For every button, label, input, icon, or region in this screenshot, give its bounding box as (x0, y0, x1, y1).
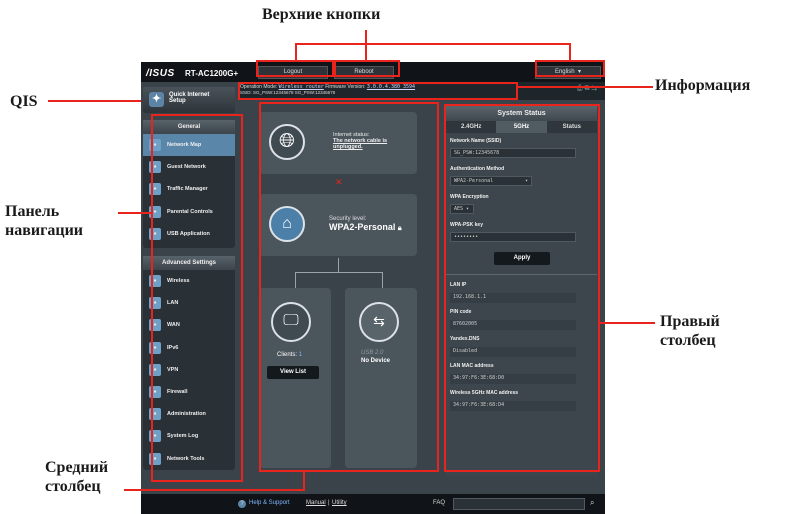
frame-nav (151, 114, 243, 482)
faq-search-input[interactable] (453, 498, 585, 510)
leader-top-r (569, 43, 571, 60)
frame-logout (256, 60, 334, 77)
callout-nav-panel-2: навигации (5, 222, 83, 239)
faq-label: FAQ (433, 500, 446, 506)
leader-qis (48, 100, 141, 102)
frame-mid (259, 102, 439, 472)
callout-top-buttons: Верхние кнопки (262, 6, 381, 23)
footer: ? Help & Support Manual | Utility FAQ ⌕ (141, 494, 605, 514)
callout-info: Информация (655, 77, 751, 94)
help-icon: ? (238, 500, 246, 508)
leader-info (518, 86, 653, 88)
callout-nav-panel-1: Панель (5, 203, 60, 220)
leader-top-h (295, 43, 571, 45)
callout-right-col-2: столбец (660, 332, 716, 349)
model-name: RT-AC1200G+ (185, 69, 239, 78)
callout-qis: QIS (10, 93, 38, 110)
leader-top-m (365, 43, 367, 60)
magic-wand-icon: ✦ (149, 92, 164, 107)
utility-link[interactable]: Utility (332, 500, 347, 506)
leader-nav (118, 212, 152, 214)
frame-reboot (334, 60, 400, 77)
quick-internet-setup-button[interactable]: ✦ Quick Internet Setup (143, 87, 235, 113)
leader-right (600, 322, 655, 324)
frame-right (444, 104, 600, 472)
frame-language (535, 60, 605, 77)
leader-top-l (295, 43, 297, 60)
callout-right-col-1: Правый (660, 313, 720, 330)
footer-separator: | (328, 500, 330, 506)
frame-info (238, 82, 518, 100)
manual-link[interactable]: Manual (306, 500, 326, 506)
asus-logo: /ISUS (146, 68, 175, 79)
callout-mid-col-1: Средний (45, 459, 109, 476)
callout-mid-col-2: столбец (45, 478, 101, 495)
leader-mid-h (124, 489, 305, 491)
help-support-link[interactable]: Help & Support (249, 500, 290, 506)
search-icon[interactable]: ⌕ (590, 498, 594, 508)
leader-top-center (365, 30, 367, 43)
qis-label-2: Setup (169, 98, 186, 104)
